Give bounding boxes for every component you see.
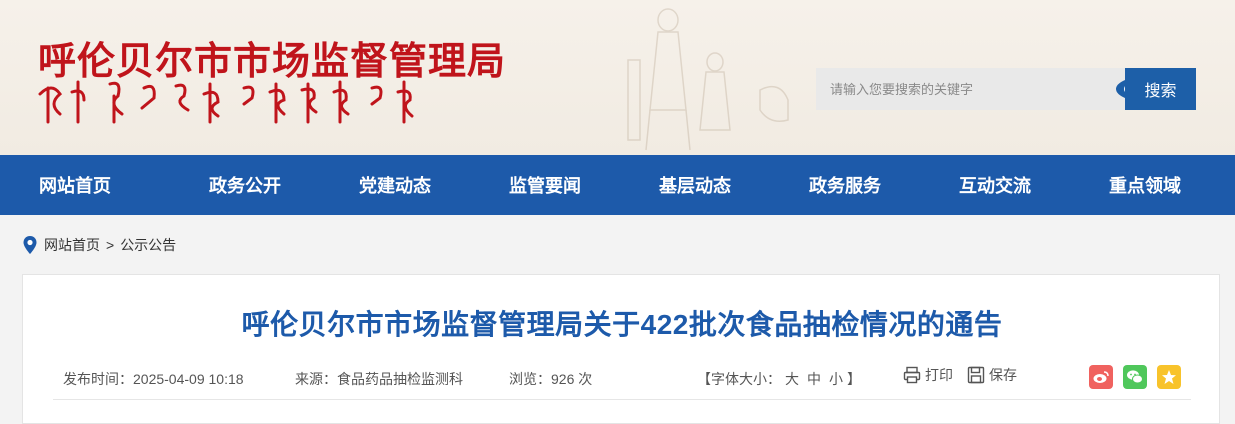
share-qzone-button[interactable]	[1157, 365, 1181, 389]
search-button[interactable]: 搜索	[1125, 68, 1196, 110]
nav-item-grassroots-news[interactable]: 基层动态	[620, 155, 770, 215]
search-box: 搜索	[816, 68, 1196, 110]
print-button[interactable]: 打印	[903, 365, 953, 385]
nav-item-regulatory-news[interactable]: 监管要闻	[470, 155, 620, 215]
view-count: 浏览：926 次	[509, 371, 593, 387]
search-input[interactable]	[816, 68, 1126, 110]
site-header: 呼伦贝尔市市场监督管理局 搜索	[0, 0, 1235, 155]
printer-icon	[903, 366, 921, 384]
font-size-medium[interactable]: 中	[807, 371, 821, 387]
article-title: 呼伦贝尔市市场监督管理局关于422批次食品抽检情况的通告	[241, 309, 1003, 340]
nav-item-government-affairs[interactable]: 政务公开	[170, 155, 320, 215]
breadcrumb-current-link[interactable]: 公示公告	[120, 235, 176, 255]
meta-divider	[53, 399, 1191, 400]
weibo-icon	[1093, 371, 1109, 383]
article-container: 呼伦贝尔市市场监督管理局关于422批次食品抽检情况的通告 发布时间：2025-0…	[22, 274, 1220, 424]
qzone-star-icon	[1162, 370, 1176, 384]
breadcrumb-separator: >	[106, 237, 115, 253]
breadcrumb: 网站首页 > 公示公告	[22, 232, 176, 258]
nav-item-home[interactable]: 网站首页	[0, 155, 170, 215]
font-size-suffix: 】	[847, 371, 861, 387]
breadcrumb-home-link[interactable]: 网站首页	[44, 235, 100, 255]
nav-item-key-areas[interactable]: 重点领域	[1070, 155, 1220, 215]
share-weibo-button[interactable]	[1089, 365, 1113, 389]
font-size-small[interactable]: 小	[829, 371, 843, 387]
share-wechat-button[interactable]	[1123, 365, 1147, 389]
save-icon	[967, 366, 985, 384]
nav-item-government-services[interactable]: 政务服务	[770, 155, 920, 215]
nav-item-interaction[interactable]: 互动交流	[920, 155, 1070, 215]
font-size-large[interactable]: 大	[785, 371, 799, 387]
wechat-icon	[1127, 370, 1143, 384]
mongolian-script-logo	[38, 80, 414, 124]
font-size-prefix: 【字体大小：	[697, 371, 781, 387]
print-label: 打印	[925, 367, 953, 383]
nav-item-party-building[interactable]: 党建动态	[320, 155, 470, 215]
decorative-figures-watermark	[627, 8, 789, 151]
publish-time: 发布时间：2025-04-09 10:18	[63, 371, 244, 387]
font-size-control: 【字体大小：大中小】	[697, 369, 861, 389]
save-button[interactable]: 保存	[967, 365, 1017, 385]
article-source: 来源：食品药品抽检监测科	[295, 371, 463, 387]
save-label: 保存	[989, 367, 1017, 383]
main-nav: 网站首页 政务公开 党建动态 监管要闻 基层动态 政务服务 互动交流 重点领域	[0, 155, 1235, 215]
location-pin-icon	[23, 236, 37, 254]
